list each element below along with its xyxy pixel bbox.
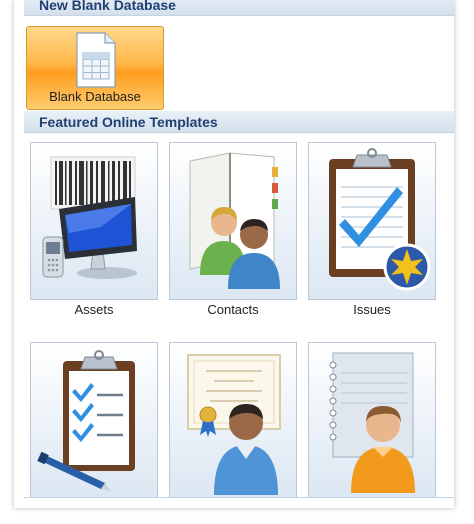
section-title: New Blank Database bbox=[39, 0, 176, 13]
blank-database-icon bbox=[76, 32, 116, 88]
template-label-issues: Issues bbox=[353, 302, 391, 317]
certificate-person-icon bbox=[187, 354, 281, 495]
assets-icon bbox=[42, 156, 137, 279]
checklist-clipboard-icon bbox=[37, 350, 135, 491]
panel-divider bbox=[24, 497, 454, 498]
blank-database-label: Blank Database bbox=[49, 89, 141, 104]
section-header-new-blank-database: New Blank Database bbox=[24, 0, 454, 16]
template-tile-checklist[interactable] bbox=[30, 342, 158, 498]
template-label-contacts: Contacts bbox=[207, 302, 259, 317]
template-tile-contacts[interactable] bbox=[169, 142, 297, 300]
templates-panel: New Blank Database Blank Database Featur… bbox=[14, 0, 454, 508]
notebook-person-icon bbox=[329, 352, 415, 493]
template-label-assets: Assets bbox=[74, 302, 114, 317]
section-header-featured-online-templates: Featured Online Templates bbox=[24, 111, 454, 133]
template-tile-notebook[interactable] bbox=[308, 342, 436, 498]
blank-database-tile[interactable]: Blank Database bbox=[26, 26, 164, 110]
template-tile-certificate[interactable] bbox=[169, 342, 297, 498]
template-tile-issues[interactable] bbox=[308, 142, 436, 300]
template-tile-assets[interactable] bbox=[30, 142, 158, 300]
issues-icon bbox=[329, 148, 431, 291]
contacts-icon bbox=[189, 152, 280, 289]
section-title: Featured Online Templates bbox=[39, 114, 218, 130]
